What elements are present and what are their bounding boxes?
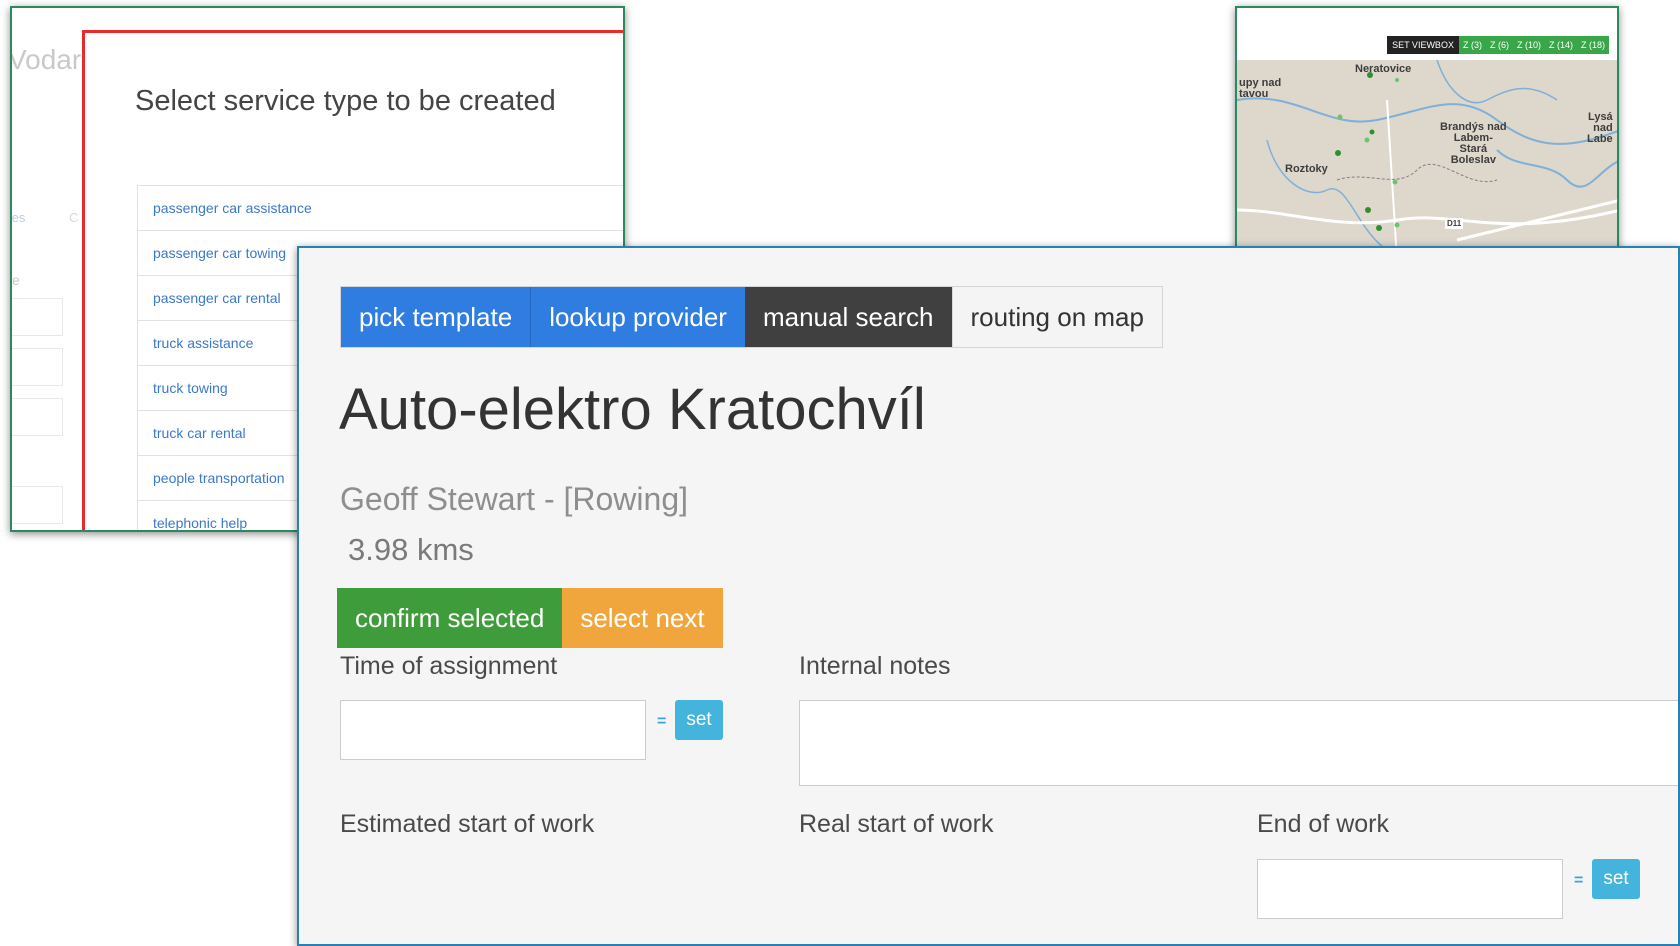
service-type-item-passenger-car-assistance[interactable]: passenger car assistance <box>137 186 623 231</box>
set-time-of-assignment-button[interactable]: set <box>675 700 723 740</box>
background-title: Vodar <box>10 44 82 75</box>
tab-routing-on-map[interactable]: routing on map <box>951 287 1162 347</box>
background-field <box>12 348 63 386</box>
confirm-selected-button[interactable]: confirm selected <box>337 588 563 648</box>
map-label-roztoky: Roztoky <box>1285 163 1328 175</box>
select-next-button[interactable]: select next <box>562 588 723 648</box>
zoom-14-button[interactable]: Z (14) <box>1544 36 1577 54</box>
equals-icon: = <box>657 713 667 730</box>
set-end-of-work-button[interactable]: set <box>1592 859 1640 899</box>
modal-title: Select service type to be created <box>135 85 556 117</box>
map-window: SET VIEWBOX Z (3) Z (6) Z (10) Z (14) Z … <box>1235 6 1619 250</box>
real-start-label: Real start of work <box>799 810 994 838</box>
background-field <box>12 398 63 436</box>
map-label-lysa: Lysá nad Labe <box>1587 111 1613 145</box>
internal-notes-field[interactable] <box>799 700 1678 786</box>
zoom-10-button[interactable]: Z (10) <box>1512 36 1545 54</box>
background-field <box>12 298 63 336</box>
time-of-assignment-label: Time of assignment <box>340 652 558 680</box>
zoom-toolbar: SET VIEWBOX Z (3) Z (6) Z (10) Z (14) Z … <box>1387 36 1609 54</box>
set-viewbox-button[interactable]: SET VIEWBOX <box>1387 36 1459 54</box>
end-of-work-input[interactable] <box>1257 859 1563 919</box>
tab-lookup-provider[interactable]: lookup provider <box>530 287 745 347</box>
map-label-brandys: Brandýs nad Labem- Stará Boleslav <box>1440 121 1507 166</box>
internal-notes-label: Internal notes <box>799 652 951 680</box>
zoom-18-button[interactable]: Z (18) <box>1576 36 1609 54</box>
selection-buttons: confirm selected select next <box>337 588 723 648</box>
provider-assignment-window: pick template lookup provider manual sea… <box>297 246 1680 946</box>
tab-pick-template[interactable]: pick template <box>341 287 531 347</box>
map-canvas[interactable]: Neratovice upy nad tavou Roztoky Brandýs… <box>1237 60 1617 248</box>
background-label: e <box>12 272 20 288</box>
estimated-start-label: Estimated start of work <box>340 810 595 838</box>
time-of-assignment-input[interactable] <box>340 700 646 760</box>
provider-name: Auto-elektro Kratochvíl <box>339 377 926 442</box>
search-mode-tabs: pick template lookup provider manual sea… <box>340 286 1163 348</box>
map-label-neratovice: Neratovice <box>1355 63 1412 75</box>
background-field <box>12 486 63 524</box>
map-tiles <box>1237 60 1617 248</box>
end-of-work-label: End of work <box>1257 810 1390 838</box>
zoom-6-button[interactable]: Z (6) <box>1485 36 1513 54</box>
background-link-2: C <box>69 210 79 225</box>
provider-contact: Geoff Stewart - [Rowing] <box>340 481 688 517</box>
zoom-3-button[interactable]: Z (3) <box>1458 36 1486 54</box>
provider-distance: 3.98 kms <box>348 532 474 567</box>
background-link: tes <box>11 210 26 225</box>
map-label-kralupy: upy nad tavou <box>1239 77 1282 100</box>
tab-manual-search[interactable]: manual search <box>744 287 952 347</box>
equals-icon: = <box>1574 872 1584 889</box>
map-label-road: D11 <box>1445 218 1464 229</box>
